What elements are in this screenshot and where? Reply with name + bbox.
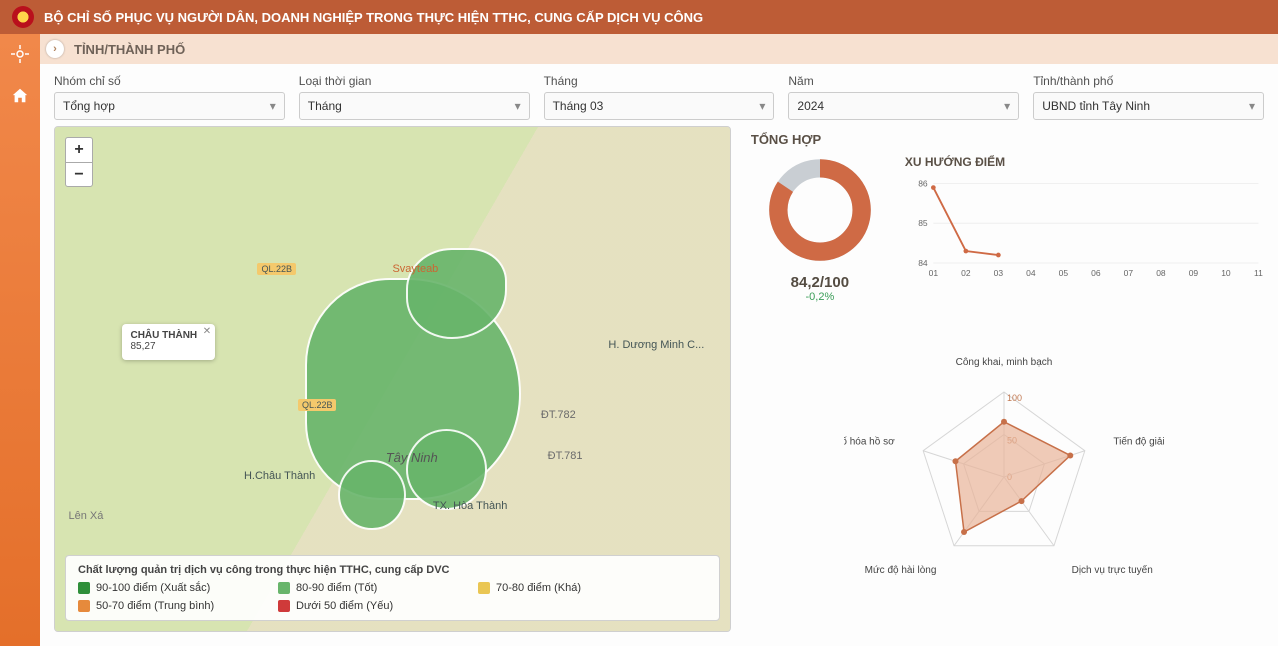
- radar-chart: 050100Công khai, minh bạchTiến độ giải q…: [844, 343, 1164, 603]
- chevron-down-icon: ▾: [1249, 99, 1255, 113]
- legend-item: 50-70 điểm (Trung bình): [78, 600, 248, 612]
- zoom-out-button[interactable]: −: [66, 162, 92, 186]
- filter-bar: Nhóm chỉ số Tổng hợp ▾ Loại thời gian Th…: [40, 64, 1278, 126]
- map-region[interactable]: [338, 460, 405, 531]
- sidebar: [0, 34, 40, 646]
- trend-line-chart: 84 85 86 01 02 03 04 05 06 07 08 09 10 11: [905, 173, 1264, 283]
- map-road-label: ĐT.781: [548, 450, 583, 462]
- map-tooltip: ✕ CHÂU THÀNH 85,27: [122, 324, 215, 360]
- tooltip-value: 85,27: [130, 341, 197, 352]
- svg-text:Số hóa hồ sơ: Số hóa hồ sơ: [844, 435, 895, 447]
- svg-text:85: 85: [918, 218, 928, 228]
- svg-text:10: 10: [1221, 268, 1231, 278]
- map-region[interactable]: [406, 429, 487, 510]
- filter-year-label: Năm: [788, 74, 1019, 88]
- map-legend: Chất lượng quản trị dịch vụ công trong t…: [65, 555, 720, 621]
- chevron-down-icon: ▾: [1004, 99, 1010, 113]
- chevron-down-icon: ▾: [759, 99, 765, 113]
- legend-item: 70-80 điểm (Khá): [478, 582, 648, 594]
- stats-panel: TỔNG HỢP 84,2/100 -0,2% XU HƯỚNG ĐIỂM 84…: [745, 126, 1264, 632]
- svg-text:06: 06: [1091, 268, 1101, 278]
- filter-time-type-select[interactable]: Tháng ▾: [299, 92, 530, 120]
- header-title: BỘ CHỈ SỐ PHỤC VỤ NGƯỜI DÂN, DOANH NGHIỆ…: [44, 10, 703, 25]
- stats-title: TỔNG HỢP: [751, 132, 1264, 147]
- svg-text:02: 02: [961, 268, 971, 278]
- zoom-in-button[interactable]: +: [66, 138, 92, 162]
- svg-text:07: 07: [1124, 268, 1134, 278]
- filter-province-value: UBND tỉnh Tây Ninh: [1042, 99, 1150, 113]
- trend-title: XU HƯỚNG ĐIỂM: [905, 155, 1264, 169]
- filter-group-value: Tổng hợp: [63, 99, 115, 113]
- section-title: TỈNH/THÀNH PHỐ: [74, 42, 185, 57]
- score-value: 84,2/100: [745, 274, 895, 291]
- header-bar: BỘ CHỈ SỐ PHỤC VỤ NGƯỜI DÂN, DOANH NGHIỆ…: [0, 0, 1278, 34]
- svg-text:Tiến độ giải quyết: Tiến độ giải quyết: [1114, 435, 1165, 447]
- filter-time-type-value: Tháng: [308, 99, 342, 113]
- donut-chart: [765, 155, 875, 265]
- home-icon[interactable]: [8, 84, 32, 108]
- svg-text:11: 11: [1254, 268, 1263, 278]
- map-panel[interactable]: Tây Ninh TX. Hòa Thành H.Châu Thành H. D…: [54, 126, 731, 632]
- filter-group-label: Nhóm chỉ số: [54, 74, 285, 88]
- chevron-down-icon: ▾: [270, 99, 276, 113]
- filter-month-value: Tháng 03: [553, 99, 604, 113]
- filter-province-label: Tỉnh/thành phố: [1033, 74, 1264, 88]
- map-road-label: ĐT.782: [541, 409, 576, 421]
- map-place-label: H. Dương Minh C...: [608, 339, 704, 351]
- svg-text:05: 05: [1059, 268, 1069, 278]
- map-place-label: H.Châu Thành: [244, 470, 315, 482]
- legend-title: Chất lượng quản trị dịch vụ công trong t…: [78, 564, 707, 576]
- tooltip-name: CHÂU THÀNH: [130, 330, 197, 341]
- filter-province-select[interactable]: UBND tỉnh Tây Ninh ▾: [1033, 92, 1264, 120]
- svg-text:100: 100: [1007, 393, 1022, 403]
- svg-text:01: 01: [928, 268, 938, 278]
- zoom-control: + −: [65, 137, 93, 187]
- crosshair-icon[interactable]: [8, 42, 32, 66]
- filter-group-select[interactable]: Tổng hợp ▾: [54, 92, 285, 120]
- svg-text:Công khai, minh bạch: Công khai, minh bạch: [956, 357, 1053, 368]
- chevron-down-icon: ▾: [515, 99, 521, 113]
- filter-month-select[interactable]: Tháng 03 ▾: [544, 92, 775, 120]
- legend-item: Dưới 50 điểm (Yếu): [278, 600, 448, 612]
- svg-text:84: 84: [918, 258, 928, 268]
- legend-item: 90-100 điểm (Xuất sắc): [78, 582, 248, 594]
- close-icon[interactable]: ✕: [203, 326, 211, 337]
- svg-text:Mức độ hài lòng: Mức độ hài lòng: [865, 565, 937, 576]
- map-road-label: QL.22B: [257, 263, 296, 275]
- map-place-label: Lên Xá: [68, 510, 103, 522]
- score-delta: -0,2%: [745, 291, 895, 303]
- map-place-label: TX. Hòa Thành: [433, 500, 507, 512]
- svg-text:Dịch vụ trực tuyến: Dịch vụ trực tuyến: [1072, 564, 1153, 576]
- map-road-label: QL.22B: [298, 399, 337, 411]
- svg-text:04: 04: [1026, 268, 1036, 278]
- svg-text:09: 09: [1189, 268, 1199, 278]
- collapse-button[interactable]: ›: [46, 40, 64, 58]
- svg-text:86: 86: [918, 178, 928, 188]
- map-place-label: Svayteab: [392, 263, 438, 275]
- svg-text:08: 08: [1156, 268, 1166, 278]
- svg-text:03: 03: [994, 268, 1004, 278]
- emblem-icon: [12, 6, 34, 28]
- section-titlebar: › TỈNH/THÀNH PHỐ: [40, 34, 1278, 64]
- filter-month-label: Tháng: [544, 74, 775, 88]
- map-place-label: Tây Ninh: [386, 450, 438, 465]
- filter-year-value: 2024: [797, 99, 824, 113]
- filter-time-type-label: Loại thời gian: [299, 74, 530, 88]
- legend-item: 80-90 điểm (Tốt): [278, 582, 448, 594]
- filter-year-select[interactable]: 2024 ▾: [788, 92, 1019, 120]
- score-donut-box: 84,2/100 -0,2%: [745, 155, 895, 303]
- radar-box: 050100Công khai, minh bạchTiến độ giải q…: [745, 313, 1264, 632]
